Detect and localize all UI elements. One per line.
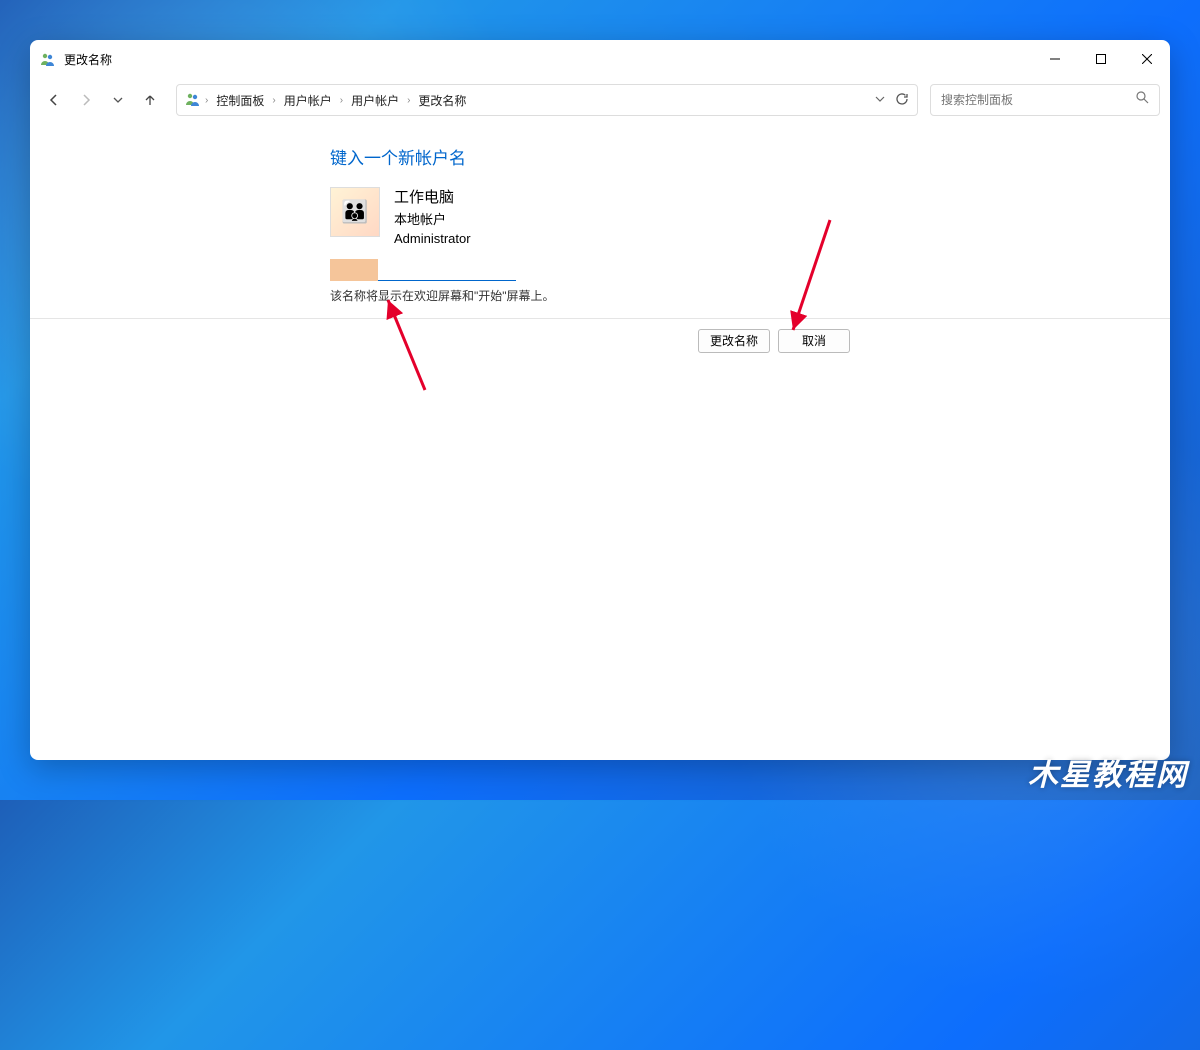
- window-title: 更改名称: [64, 51, 1032, 68]
- search-box[interactable]: [930, 84, 1160, 116]
- refresh-button[interactable]: [895, 92, 909, 109]
- recent-dropdown-button[interactable]: [104, 86, 132, 114]
- button-row: 更改名称 取消: [330, 319, 1150, 353]
- chevron-right-icon: ›: [205, 95, 208, 106]
- breadcrumb-user-accounts-2[interactable]: 用户帐户: [347, 90, 403, 111]
- avatar: 👪: [330, 187, 380, 237]
- user-summary: 👪 工作电脑 本地帐户 Administrator: [330, 187, 1150, 249]
- users-icon: [40, 51, 56, 67]
- page-heading: 键入一个新帐户名: [330, 144, 1150, 169]
- hint-text: 该名称将显示在欢迎屏幕和"开始"屏幕上。: [330, 287, 1150, 304]
- name-input-row: [330, 259, 1150, 281]
- new-name-input[interactable]: [378, 259, 516, 281]
- chevron-down-icon[interactable]: [875, 93, 885, 107]
- user-account-type: 本地帐户: [394, 210, 471, 230]
- cancel-button[interactable]: 取消: [778, 329, 850, 353]
- breadcrumb-control-panel[interactable]: 控制面板: [212, 90, 268, 111]
- breadcrumb-user-accounts[interactable]: 用户帐户: [280, 90, 336, 111]
- redacted-block: [330, 259, 378, 281]
- back-button[interactable]: [40, 86, 68, 114]
- forward-button[interactable]: [72, 86, 100, 114]
- users-icon: [185, 91, 201, 110]
- close-button[interactable]: [1124, 43, 1170, 75]
- maximize-button[interactable]: [1078, 43, 1124, 75]
- search-icon[interactable]: [1136, 91, 1149, 109]
- watermark: 木星教程网: [1028, 750, 1188, 794]
- address-bar[interactable]: › 控制面板 › 用户帐户 › 用户帐户 › 更改名称: [176, 84, 918, 116]
- chevron-right-icon: ›: [340, 95, 343, 106]
- minimize-button[interactable]: [1032, 43, 1078, 75]
- breadcrumb-change-name[interactable]: 更改名称: [414, 90, 470, 111]
- change-name-button[interactable]: 更改名称: [698, 329, 770, 353]
- control-panel-window: 更改名称 ›: [30, 40, 1170, 760]
- user-role: Administrator: [394, 229, 471, 249]
- chevron-right-icon: ›: [407, 95, 410, 106]
- navigation-bar: › 控制面板 › 用户帐户 › 用户帐户 › 更改名称: [30, 78, 1170, 122]
- chevron-right-icon: ›: [272, 95, 275, 106]
- search-input[interactable]: [941, 93, 1136, 107]
- titlebar: 更改名称: [30, 40, 1170, 78]
- user-display-name: 工作电脑: [394, 187, 471, 210]
- user-info: 工作电脑 本地帐户 Administrator: [394, 187, 471, 249]
- window-controls: [1032, 43, 1170, 75]
- content-area: 键入一个新帐户名 👪 工作电脑 本地帐户 Administrator 该名称将显…: [30, 122, 1170, 760]
- up-button[interactable]: [136, 86, 164, 114]
